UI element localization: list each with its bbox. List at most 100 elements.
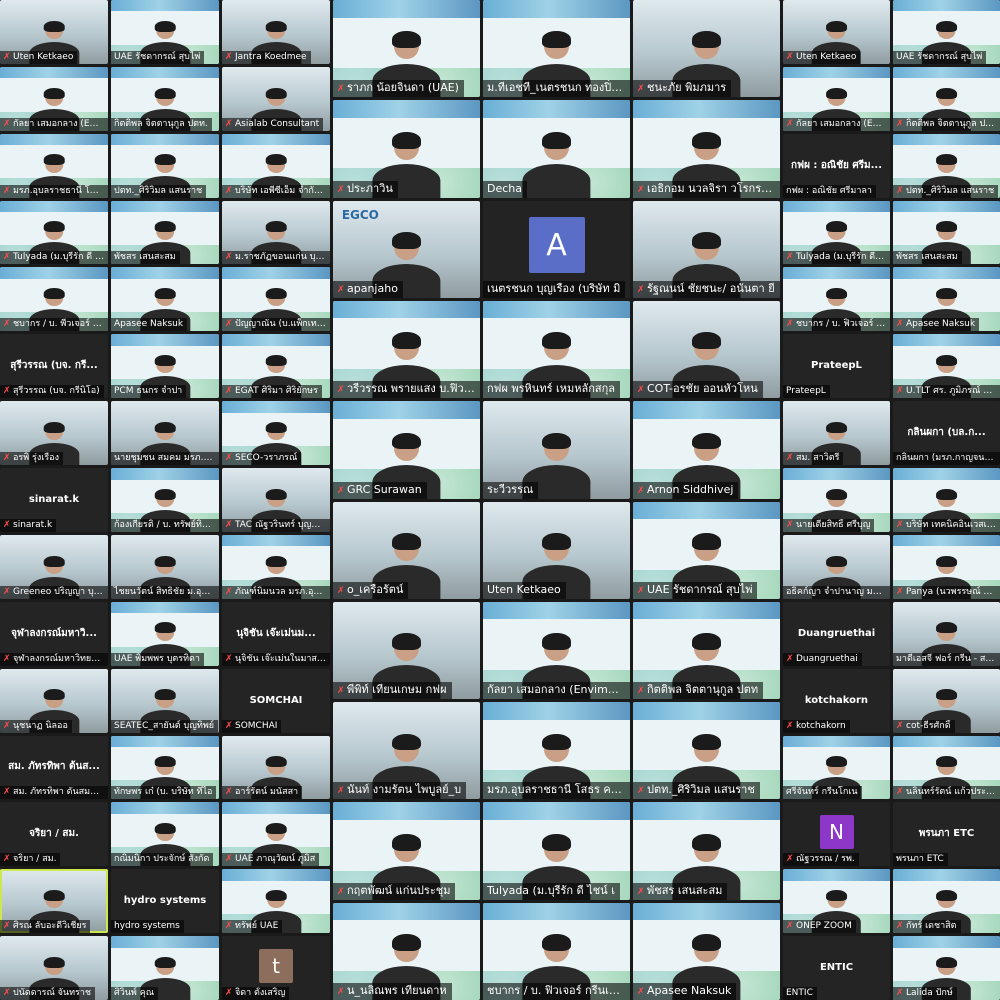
participant-tile[interactable]: ✗ Uten Ketkaeo [783,0,890,64]
participant-tile[interactable]: N ✗ ณัฐวรรณ / รพ. [783,802,890,867]
participant-tile[interactable]: ✗ กฤตพัฒน์ แก่นประชุม [333,802,480,900]
participant-tile[interactable]: ✗ อรพิ รุ่งเรือง [0,401,108,466]
participant-tile[interactable]: ✗ภัณฑ์นิ่มนวล มรภ.อุบลราชธานี [222,534,330,599]
participant-tile[interactable]: ✗ กิตติพล จิตตานุกูล ปตท. [893,66,1000,131]
participant-tile[interactable]: ✗ ปนัดดารณ์ จันทราช [0,936,108,1000]
participant-tile[interactable]: ทักษพร เก๋ (บ. บริษัท ทีไอ [111,735,219,800]
participant-tile[interactable]: ✗ Arnon Siddhivej [633,401,780,499]
participant-tile[interactable]: ✗ชบากร / บ. พีวเจอร์ กรีนเนอร์ [0,267,108,332]
participant-tile[interactable]: Duangruethai ✗ Duangruethai [783,601,890,666]
participant-tile[interactable]: ✗ ONEP ZOOM [783,869,890,934]
participant-tile[interactable]: ✗Greeneo ปริญญา บุญเกษม [0,534,108,599]
participant-tile[interactable]: ✗ บริษัท เอพีซีเอ็ม จำกัด(ประ [222,133,330,198]
participant-tile[interactable]: สุรีวรรณ (บจ. กรี... ✗ สุรีวรรณ (บจ. กรีนิ… [0,334,108,399]
participant-tile[interactable]: ✗ นายเดียสิทธิ์ ศรีบุญ [783,468,890,532]
participant-tile[interactable]: ✗ นันท์ งามรัตน ไพบูลย์_บ [333,702,480,800]
participant-tile[interactable]: ✗ นุชนาฏ นิลออ [0,668,108,733]
participant-tile[interactable]: ✗ UAE ภาณุวัฒน์ ภูมิส [222,802,330,867]
participant-tile[interactable]: t ✗ จิดา ตั้งเสริญ [222,936,330,1000]
participant-tile[interactable]: ✗ พัชสร เสนสะสม [633,802,780,900]
participant-tile[interactable]: ✗ Uten Ketkaeo [0,0,108,64]
participant-tile[interactable]: A เนตรชนก บุญเรือง (บริษัท มิ [483,200,630,298]
participant-tile[interactable]: Apasee Naksuk [111,267,219,332]
participant-tile[interactable]: พัชสร เสนสะสม [111,200,219,265]
participant-tile[interactable]: ENTIC ENTIC [783,936,890,1000]
participant-tile[interactable]: ✗ U.TLT ศร. ภูมิภรณ์ ศรีวงศ์ [893,334,1000,399]
participant-tile[interactable]: ✗ ม.ราชภัฏขอนแก่น บุรีรัมย์ [222,200,330,265]
participant-tile[interactable]: กฟผ พรหินทร์ เหมหลักสกุล [483,300,630,399]
participant-tile[interactable]: ✗ Asialab Consultant [222,66,330,131]
participant-tile[interactable]: ✗ ศิรณ ลับอะดีวิเชียร [0,869,108,934]
participant-tile[interactable]: PrateepL PrateepL [783,334,890,399]
participant-tile[interactable]: พัชสร เสนสะสม [893,200,1000,265]
participant-tile[interactable]: จุฬาลงกรณ์มหาวิ... ✗ จุฬาลงกรณ์มหาวิทยาลัย… [0,601,108,666]
participant-tile[interactable]: ✗ กิตติพล จิตตานุกูล ปตท [633,601,780,700]
participant-tile[interactable]: ศิวินพ์ คุณ [111,936,219,1000]
participant-tile[interactable]: ✗ ทรัพย์ UAE [222,869,330,934]
participant-tile[interactable]: ✗ SECO-วราภรณ์ [222,401,330,466]
participant-tile[interactable]: กณิมนิกา ประจักษ์ สังกัด [111,802,219,867]
participant-tile[interactable]: SEATEC_สายันต์ บุญทิพย์ [111,668,219,733]
participant-tile[interactable]: กลินผกา (บล.ก... กลินผกา (มรภ.กาญจนบุรี) [893,401,1000,466]
participant-tile[interactable]: sinarat.k ✗ sinarat.k [0,468,108,532]
participant-tile[interactable]: ✗ Jantra Koedmee [222,0,330,64]
participant-tile[interactable]: ✗มรภ.อุบลราชธานี โสธร คนที่ [0,133,108,198]
participant-tile[interactable]: ✗ UAE รัชดากรณ์ สุบไพ่ [633,501,780,599]
participant-tile[interactable]: ✗ชบากร / บ. ฟิวเจอร์ กรีนเนอร์รี [783,267,890,332]
participant-tile[interactable]: ✗ น_นลิณพร เทียนดาห [333,902,480,1000]
participant-tile[interactable]: ✗กัลยา เสมอกลาง (Envimove) [0,66,108,131]
participant-tile[interactable]: ✗ Tulyada (ม.บุรีรัก ดี ไชน์) [783,200,890,265]
participant-tile[interactable]: ✗นลินทร์รัตน์ แก้วประเสริฐ Vi [893,735,1000,800]
participant-tile[interactable]: ✗ Tulyada (ม.บุรีรัก ดี ไชน์) [0,200,108,265]
participant-tile[interactable]: อธิคก์ญา จำปานาญ มรภ.อุบล [783,534,890,599]
participant-tile[interactable]: ระวีวรรณ [483,401,630,499]
participant-tile[interactable]: ✗ EGAT ศิริมา ศิริยักษร [222,334,330,399]
participant-tile[interactable]: PCM ธนกร จำปา [111,334,219,399]
participant-tile[interactable]: ก้องเกียรติ / บ. ทรัพย์ทิศ ม [111,468,219,532]
participant-tile[interactable]: ✗ TAC ณัฐวรินทร์ บุญนิพัทธ์ [222,468,330,532]
participant-tile[interactable]: มาดีเอสจี ฟอร์ กรีน - สมิทธ์ [893,601,1000,666]
participant-tile[interactable]: พรนภา ETC พรนภา ETC [893,802,1000,867]
participant-tile[interactable]: UAE รัชดากรณ์ สุบไพ่ [893,0,1000,64]
participant-tile[interactable]: ศรีจันทร์ กรีนโกเน [783,735,890,800]
participant-tile[interactable]: hydro systems hydro systems [111,869,219,934]
participant-tile[interactable]: ✗ พีพิท์ เทียนเกษม กฟผ [333,601,480,700]
participant-tile[interactable]: ✗Panya (นวพรรษณ์ พิทยาคม) [893,534,1000,599]
participant-tile[interactable]: ✗ บริษัท เทคนิคอินเวสเมนท์ [893,468,1000,532]
participant-tile[interactable]: ✗กัลยา เสมอกลาง (Envimove) [783,66,890,131]
participant-tile[interactable]: ✗ Lalida ปักษ์ [893,936,1000,1000]
participant-tile[interactable]: ✗ เอธิกอม นวลจิรา วโรกรมต [633,100,780,198]
participant-tile[interactable]: ✗ ประภาวิน [333,100,480,198]
participant-tile[interactable]: ปตท._ศิริวิมล แสนราช [111,133,219,198]
participant-tile[interactable]: ✗ cot-ธีรศักดิ์ [893,668,1000,733]
participant-tile[interactable]: ✗ ราภก น้อยจินดา (UAE) [333,0,480,98]
participant-tile[interactable]: EGCO ✗ apanjaho [333,200,480,298]
participant-tile[interactable]: ชบากร / บ. ฟิวเจอร์ กรีนเนอร์รี [483,902,630,1000]
participant-tile[interactable]: ✗ Apasee Naksuk [893,267,1000,332]
participant-tile[interactable]: Decha [483,100,630,198]
participant-tile[interactable]: ไชยนวัตน์ สิทธิชัย ม.อุบลฯ [111,534,219,599]
participant-tile[interactable]: กิตติพล จิตตานุกูล ปตท. [111,66,219,131]
participant-tile[interactable]: ✗ Apasee Naksuk [633,902,780,1000]
participant-tile[interactable]: จริยา / สม. ✗ จริยา / สม. [0,802,108,867]
participant-tile[interactable]: นายชุมชน สมคม มรภ.อุบลฯ [111,401,219,466]
participant-tile[interactable]: ✗ o_เครือรัตน์ [333,501,480,599]
participant-tile[interactable]: กฟผ : อณิชัย ศรีม... กฟผ : อณิชัย ศรีมาลา [783,133,890,198]
participant-tile[interactable]: Tulyada (ม.บุรีรัก ดี ไชน์ เ [483,802,630,900]
participant-tile[interactable]: สม. ภัทรทิพา ต้นส... ✗ สม. ภัทรทิพา ดันสมว… [0,735,108,800]
participant-tile[interactable]: ✗ รัฐณนน์ ชัยชนะ/ อนันตา ยี [633,200,780,298]
participant-tile[interactable]: ✗ COT-อรชัย ออนหัวโหน [633,300,780,399]
participant-tile[interactable]: ✗ ปตท._ศิริวิมล แสนราช [633,702,780,800]
participant-tile[interactable]: ✗ อาร์รัตน์ มนัสสา [222,735,330,800]
participant-tile[interactable]: UAE พิมพพร บุตรทิดา [111,601,219,666]
participant-tile[interactable]: ม.ทีเอชที_เนตรชนก ทองปิ่นทา [483,0,630,98]
participant-tile[interactable]: ✗ ปตท._ศิริวิมล แสนราช [893,133,1000,198]
participant-tile[interactable]: UAE รัชดากรณ์ สุบไพ่ [111,0,219,64]
participant-tile[interactable]: ✗ GRC Surawan [333,401,480,499]
participant-tile[interactable]: Uten Ketkaeo [483,501,630,599]
participant-tile[interactable]: SOMCHAI ✗ SOMCHAI [222,668,330,733]
participant-tile[interactable]: ✗ กัทร์ เดชาสิต [893,869,1000,934]
participant-tile[interactable]: ✗ปัญญาณัน (บ.แพ็กเทคนิคชั่น) [222,267,330,332]
participant-tile[interactable]: ✗ ชนะภัย พิมภมาร [633,0,780,98]
participant-tile[interactable]: ✗ สม. สาวิตรี [783,401,890,466]
